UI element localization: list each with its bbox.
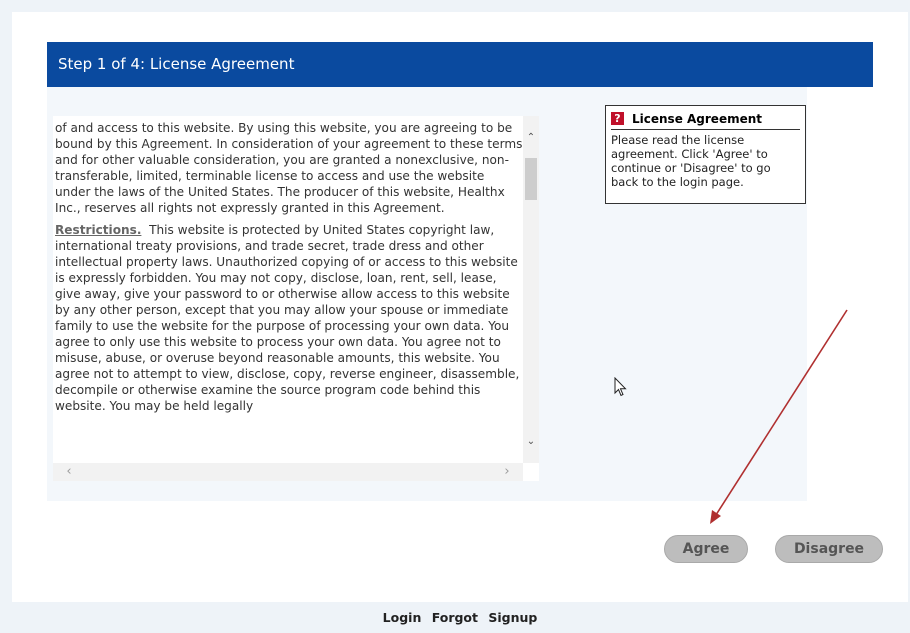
vertical-scrollbar[interactable]: ⌃ ⌄ <box>523 116 539 463</box>
license-paragraph: of and access to this website. By using … <box>55 121 523 215</box>
mouse-cursor-icon <box>614 377 627 397</box>
help-box: ? License Agreement Please read the lice… <box>605 105 806 204</box>
question-icon: ? <box>611 112 624 125</box>
horizontal-scrollbar[interactable]: ‹ › <box>53 463 523 481</box>
footer-links: Login Forgot Signup <box>12 602 908 629</box>
signup-link[interactable]: Signup <box>488 610 537 625</box>
scroll-thumb[interactable] <box>525 158 537 200</box>
scroll-left-icon[interactable]: ‹ <box>61 463 77 481</box>
scroll-down-icon[interactable]: ⌄ <box>523 434 539 450</box>
step-header: Step 1 of 4: License Agreement <box>47 42 873 87</box>
page-title: Step 1 of 4: License Agreement <box>58 55 295 73</box>
forgot-link[interactable]: Forgot <box>432 610 478 625</box>
help-title: License Agreement <box>632 111 763 126</box>
restrictions-text: This website is protected by United Stat… <box>55 223 520 413</box>
license-text-box[interactable]: of and access to this website. By using … <box>53 116 539 481</box>
restrictions-heading: Restrictions. <box>55 223 142 237</box>
restrictions-paragraph: Restrictions. This website is protected … <box>55 222 523 414</box>
login-link[interactable]: Login <box>383 610 422 625</box>
help-body: Please read the license agreement. Click… <box>611 133 771 189</box>
scroll-right-icon[interactable]: › <box>499 463 515 481</box>
scroll-up-icon[interactable]: ⌃ <box>523 130 539 146</box>
disagree-button[interactable]: Disagree <box>775 535 883 563</box>
license-text: of and access to this website. By using … <box>55 120 523 420</box>
help-title-row: ? License Agreement <box>611 110 800 130</box>
agree-button[interactable]: Agree <box>664 535 748 563</box>
